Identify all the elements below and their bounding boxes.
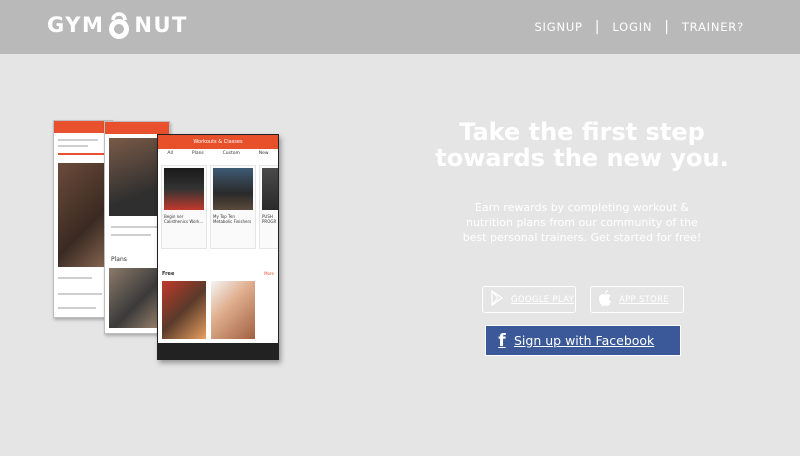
workout-card: Begin ner Calisthenics Work... (161, 165, 207, 249)
facebook-signup-button[interactable]: f Sign up with Facebook (485, 325, 681, 356)
program-photo (211, 281, 255, 339)
hero-subtext: Earn rewards by completing workout & nut… (462, 201, 702, 244)
phone-mockup-workouts: Workouts & Classes All Plans Custom New … (157, 134, 279, 360)
app-store-button[interactable]: APP STORE (590, 286, 684, 313)
header-links: SIGNUP | LOGIN | TRAINER? (534, 19, 744, 35)
google-play-label: GOOGLE PLAY (511, 294, 575, 305)
app-bottom-nav (158, 343, 278, 359)
workout-card: PUSH PROGR (259, 165, 278, 249)
workout-card: My Top Ten Metabolic Finishers (210, 165, 256, 249)
free-section-label: Free (162, 271, 175, 277)
trainer-link[interactable]: TRAINER? (682, 20, 744, 34)
app-top-bar (105, 122, 169, 134)
plans-label: Plans (111, 256, 127, 263)
signup-link[interactable]: SIGNUP (534, 20, 582, 34)
logo-text-right: NUT (134, 13, 188, 37)
tab-all: All (167, 151, 174, 156)
logo-text-left: GYM (47, 13, 105, 37)
tab-new: New (258, 151, 269, 156)
hero-headline: Take the first step towards the new you. (435, 118, 729, 172)
app-tabs: All Plans Custom New (158, 151, 278, 161)
workout-photo (58, 163, 110, 267)
nav-separator: | (594, 19, 601, 35)
google-play-icon (489, 289, 511, 309)
tab-custom: Custom (222, 151, 240, 156)
tab-plans: Plans (191, 151, 204, 156)
app-screenshots: Plans Workouts & Classes All Plans Custo… (50, 118, 282, 362)
meal-photo (162, 281, 206, 339)
app-title-bar: Workouts & Classes (158, 135, 278, 149)
login-link[interactable]: LOGIN (612, 20, 652, 34)
facebook-icon: f (498, 330, 506, 351)
gymnut-logo[interactable]: GYM NUT (47, 9, 188, 41)
more-link: More (264, 271, 274, 276)
kettlebell-icon (106, 10, 132, 40)
facebook-signup-label: Sign up with Facebook (514, 333, 655, 348)
google-play-button[interactable]: GOOGLE PLAY (482, 286, 576, 313)
apple-icon (597, 289, 619, 310)
nav-separator: | (664, 19, 670, 35)
app-store-label: APP STORE (619, 294, 670, 305)
top-nav-bar: GYM NUT SIGNUP | LOGIN | TRAINER? (0, 0, 800, 54)
